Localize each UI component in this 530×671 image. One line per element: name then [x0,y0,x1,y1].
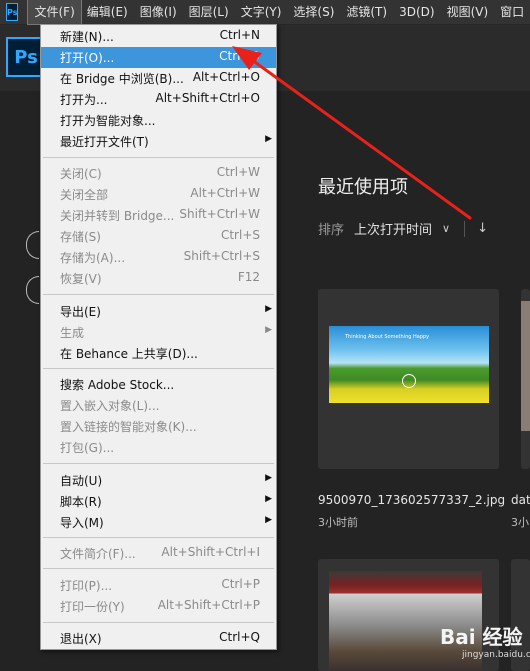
annotation-arrow-icon [232,46,472,220]
